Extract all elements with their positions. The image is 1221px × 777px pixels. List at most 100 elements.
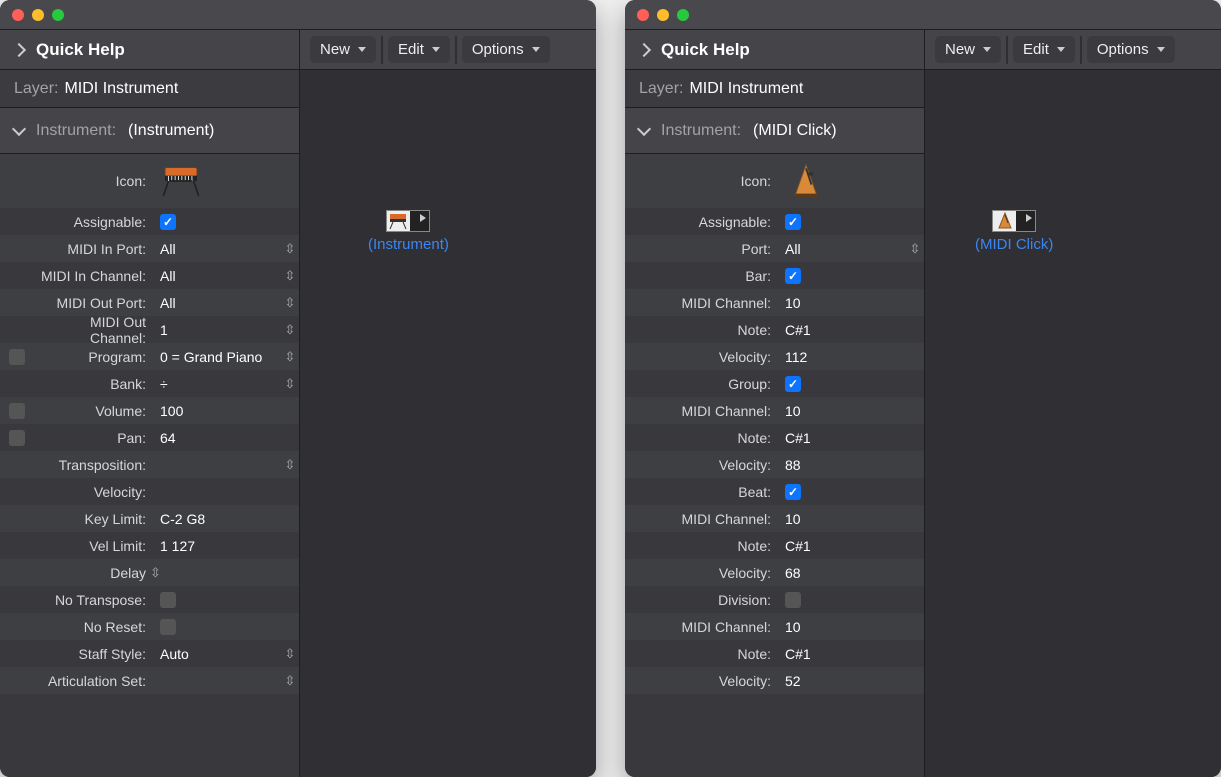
- checkbox-off-icon[interactable]: [160, 592, 176, 608]
- close-icon[interactable]: [12, 9, 24, 21]
- instrument-label: Instrument:: [36, 122, 116, 140]
- prop-assignable[interactable]: Assignable:: [0, 208, 299, 235]
- instrument-header[interactable]: Instrument: (MIDI Click): [625, 108, 924, 154]
- synth-keyboard-icon: [160, 163, 202, 199]
- prop-velocity-4[interactable]: Velocity: 52: [625, 667, 924, 694]
- metronome-icon: [785, 163, 827, 199]
- checkbox-on-icon[interactable]: [160, 214, 176, 230]
- prop-no-transpose[interactable]: No Transpose:: [0, 586, 299, 613]
- canvas-area[interactable]: (MIDI Click): [925, 70, 1221, 777]
- prop-midi-out-port[interactable]: MIDI Out Port: All: [0, 289, 299, 316]
- prop-program[interactable]: Program: 0 = Grand Piano: [0, 343, 299, 370]
- prop-delay[interactable]: Delay: [0, 559, 299, 586]
- stepper-icon[interactable]: [285, 267, 296, 284]
- checkbox-on-icon[interactable]: [785, 484, 801, 500]
- prop-bank[interactable]: Bank: ÷: [0, 370, 299, 397]
- prop-bar[interactable]: Bar:: [625, 262, 924, 289]
- environment-canvas: New Edit Options: [300, 30, 596, 777]
- stepper-icon[interactable]: [910, 240, 921, 257]
- chevron-down-icon: [12, 122, 26, 136]
- prop-division[interactable]: Division:: [625, 586, 924, 613]
- caret-down-icon: [432, 47, 440, 52]
- prop-velocity-2[interactable]: Velocity: 88: [625, 451, 924, 478]
- quick-help-header[interactable]: Quick Help: [0, 30, 299, 70]
- stepper-icon[interactable]: [285, 348, 296, 365]
- prop-no-reset[interactable]: No Reset:: [0, 613, 299, 640]
- edit-menu[interactable]: Edit: [1013, 36, 1075, 63]
- stepper-icon[interactable]: [285, 672, 296, 689]
- options-menu[interactable]: Options: [462, 36, 550, 63]
- prop-pan[interactable]: Pan: 64: [0, 424, 299, 451]
- checkbox-off-icon[interactable]: [160, 619, 176, 635]
- prop-midi-channel-3[interactable]: MIDI Channel: 10: [625, 505, 924, 532]
- prop-velocity-3[interactable]: Velocity: 68: [625, 559, 924, 586]
- checkbox-on-icon[interactable]: [785, 376, 801, 392]
- stepper-icon[interactable]: [150, 566, 161, 580]
- options-menu[interactable]: Options: [1087, 36, 1175, 63]
- checkbox-off-icon[interactable]: [9, 349, 25, 365]
- checkbox-off-icon[interactable]: [9, 403, 25, 419]
- zoom-icon[interactable]: [52, 9, 64, 21]
- arrow-right-icon: [420, 214, 426, 222]
- prop-articulation-set[interactable]: Articulation Set:: [0, 667, 299, 694]
- new-menu[interactable]: New: [310, 36, 376, 63]
- checkbox-on-icon[interactable]: [785, 214, 801, 230]
- prop-icon[interactable]: Icon:: [0, 154, 299, 208]
- layer-row[interactable]: Layer: MIDI Instrument: [0, 70, 299, 108]
- stepper-icon[interactable]: [285, 294, 296, 311]
- prop-assignable[interactable]: Assignable:: [625, 208, 924, 235]
- layer-row[interactable]: Layer: MIDI Instrument: [625, 70, 924, 108]
- prop-midi-in-port[interactable]: MIDI In Port: All: [0, 235, 299, 262]
- stepper-icon[interactable]: [285, 321, 296, 338]
- instrument-object[interactable]: (Instrument): [368, 210, 449, 253]
- prop-volume[interactable]: Volume: 100: [0, 397, 299, 424]
- stepper-icon[interactable]: [285, 645, 296, 662]
- prop-beat[interactable]: Beat:: [625, 478, 924, 505]
- canvas-toolbar: New Edit Options: [925, 30, 1221, 70]
- label: Icon:: [34, 173, 150, 189]
- quick-help-label: Quick Help: [661, 40, 750, 60]
- titlebar: [0, 0, 596, 30]
- canvas-area[interactable]: (Instrument): [300, 70, 596, 777]
- checkbox-off-icon[interactable]: [785, 592, 801, 608]
- prop-staff-style[interactable]: Staff Style: Auto: [0, 640, 299, 667]
- prop-port[interactable]: Port: All: [625, 235, 924, 262]
- midi-click-object[interactable]: (MIDI Click): [975, 210, 1053, 253]
- new-menu[interactable]: New: [935, 36, 1001, 63]
- quick-help-header[interactable]: Quick Help: [625, 30, 924, 70]
- prop-note-3[interactable]: Note: C#1: [625, 532, 924, 559]
- zoom-icon[interactable]: [677, 9, 689, 21]
- prop-midi-channel-1[interactable]: MIDI Channel: 10: [625, 289, 924, 316]
- prop-key-limit[interactable]: Key Limit: C-2 G8: [0, 505, 299, 532]
- checkbox-off-icon[interactable]: [9, 430, 25, 446]
- close-icon[interactable]: [637, 9, 649, 21]
- layer-value: MIDI Instrument: [689, 80, 803, 98]
- prop-icon[interactable]: Icon:: [625, 154, 924, 208]
- instrument-header[interactable]: Instrument: (Instrument): [0, 108, 299, 154]
- window-instrument: Quick Help Layer: MIDI Instrument Instru…: [0, 0, 596, 777]
- layer-value: MIDI Instrument: [64, 80, 178, 98]
- edit-menu[interactable]: Edit: [388, 36, 450, 63]
- prop-midi-channel-2[interactable]: MIDI Channel: 10: [625, 397, 924, 424]
- prop-group[interactable]: Group:: [625, 370, 924, 397]
- window-midi-click: Quick Help Layer: MIDI Instrument Instru…: [625, 0, 1221, 777]
- stepper-icon[interactable]: [285, 375, 296, 392]
- prop-note-4[interactable]: Note: C#1: [625, 640, 924, 667]
- prop-velocity-1[interactable]: Velocity: 112: [625, 343, 924, 370]
- minimize-icon[interactable]: [657, 9, 669, 21]
- prop-note-2[interactable]: Note: C#1: [625, 424, 924, 451]
- prop-midi-channel-4[interactable]: MIDI Channel: 10: [625, 613, 924, 640]
- prop-vel-limit[interactable]: Vel Limit: 1 127: [0, 532, 299, 559]
- prop-velocity[interactable]: Velocity:: [0, 478, 299, 505]
- canvas-toolbar: New Edit Options: [300, 30, 596, 70]
- stepper-icon[interactable]: [285, 240, 296, 257]
- prop-note-1[interactable]: Note: C#1: [625, 316, 924, 343]
- minimize-icon[interactable]: [32, 9, 44, 21]
- prop-midi-in-channel[interactable]: MIDI In Channel: All: [0, 262, 299, 289]
- checkbox-on-icon[interactable]: [785, 268, 801, 284]
- caret-down-icon: [1057, 47, 1065, 52]
- prop-transposition[interactable]: Transposition:: [0, 451, 299, 478]
- stepper-icon[interactable]: [285, 456, 296, 473]
- prop-midi-out-channel[interactable]: MIDI Out Channel: 1: [0, 316, 299, 343]
- layer-label: Layer:: [639, 80, 683, 98]
